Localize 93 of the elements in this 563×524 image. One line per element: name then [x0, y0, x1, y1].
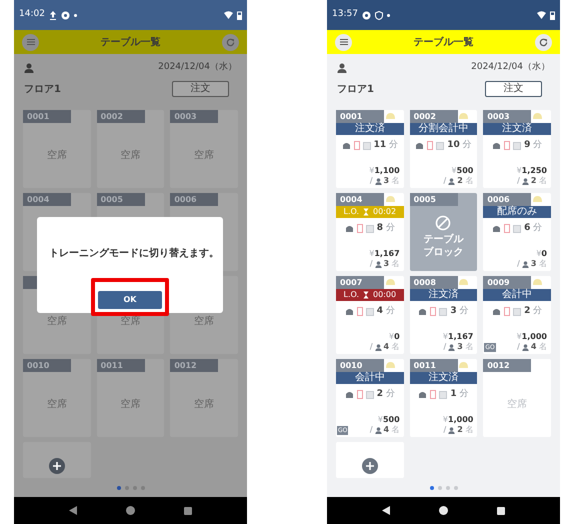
- table-number: 0007: [336, 276, 384, 289]
- price: ¥1,000: [516, 331, 548, 342]
- elapsed-minutes: 1 分: [450, 390, 469, 399]
- guest-count: 3 名: [457, 343, 474, 351]
- price: ¥0: [388, 331, 401, 342]
- guest-count: 2 名: [457, 426, 474, 434]
- slash: /: [517, 260, 520, 268]
- table-number: 0005: [96, 193, 145, 206]
- screen-title: テーブル一覧: [100, 36, 160, 50]
- table-number: 0009: [483, 276, 532, 289]
- slash: /: [370, 177, 373, 185]
- elapsed-minutes: 8 分: [376, 224, 395, 233]
- guest-count: 3 名: [384, 177, 400, 185]
- date: 2024/12/04（水）: [158, 61, 237, 74]
- price: ¥1,100: [369, 165, 401, 176]
- price: ¥500: [378, 414, 401, 425]
- price: ¥0: [536, 248, 548, 259]
- status-band: 注文済: [410, 372, 478, 384]
- table-status: 空席: [46, 314, 67, 329]
- guest-count: 2 名: [457, 177, 474, 185]
- elapsed-minutes: 2 分: [376, 390, 395, 399]
- dialog-message: トレーニングモードに切り替えます。: [48, 246, 219, 261]
- guest-count: 3 名: [530, 260, 547, 268]
- blocked-label: テーブル ブロック: [423, 232, 464, 258]
- clock: 13:57: [332, 8, 358, 22]
- status-band: 会計中: [336, 372, 404, 384]
- table-number: 0008: [410, 276, 458, 289]
- table-number: 0006: [483, 193, 532, 206]
- guest-count: 2 名: [530, 177, 547, 185]
- slash: /: [370, 260, 373, 268]
- last-order-label: L.O.: [344, 208, 360, 216]
- clock: 14:02: [19, 8, 45, 22]
- status-band: 配席のみ: [483, 206, 551, 218]
- elapsed-minutes: 9 分: [524, 141, 542, 150]
- table-number: 0010: [336, 359, 384, 372]
- table-number: 0003: [170, 110, 218, 123]
- table-number: 0005: [410, 193, 458, 206]
- table-status: 空席: [120, 315, 140, 329]
- table-status: 空席: [46, 148, 67, 163]
- table-number: 0010: [23, 359, 71, 372]
- table-status: 空席: [194, 314, 214, 329]
- table-number: 0011: [410, 359, 458, 372]
- table-number: 0002: [96, 110, 145, 123]
- table-status: 空席: [46, 398, 67, 412]
- floor-name: フロア1: [24, 82, 61, 96]
- table-number: 0001: [336, 110, 384, 123]
- elapsed-minutes: 10 分: [447, 141, 472, 150]
- table-number: 0004: [23, 193, 71, 206]
- slash: /: [444, 426, 446, 434]
- table-status: 空席: [120, 398, 140, 412]
- elapsed-minutes: 11 分: [374, 141, 398, 150]
- elapsed-minutes: 4 分: [376, 307, 395, 316]
- slash: /: [517, 343, 520, 351]
- table-number: 0006: [170, 193, 218, 206]
- screen-title: テーブル一覧: [414, 36, 474, 50]
- table-number: 0001: [23, 110, 71, 123]
- status-band: 注文済: [336, 123, 404, 135]
- price: ¥1,250: [516, 165, 548, 176]
- date: 2024/12/04（水）: [471, 61, 550, 74]
- guest-count: 3 名: [384, 260, 400, 268]
- price: ¥1,167: [369, 248, 401, 259]
- elapsed-minutes: 6 分: [524, 224, 542, 233]
- elapsed-minutes: 3 分: [450, 307, 469, 316]
- guest-count: 4 名: [530, 343, 547, 351]
- status-band: 注文済: [410, 289, 478, 301]
- timer: 00:00: [373, 291, 396, 299]
- slash: /: [370, 343, 373, 351]
- table-number: 0002: [410, 110, 458, 123]
- table-number: 0011: [96, 359, 145, 372]
- table-number: 0004: [336, 193, 384, 206]
- guest-count: 4 名: [384, 343, 400, 351]
- table-status: 空席: [194, 148, 214, 163]
- slash: /: [517, 177, 520, 185]
- elapsed-minutes: 2 分: [524, 307, 542, 316]
- timer: 00:02: [373, 208, 396, 216]
- price: ¥1,167: [442, 331, 474, 342]
- price: ¥500: [452, 165, 474, 176]
- status-band: 注文済: [483, 123, 551, 135]
- table-number: 0012: [483, 359, 532, 372]
- last-order-label: L.O.: [344, 291, 360, 299]
- slash: /: [444, 177, 446, 185]
- table-status: 空席: [120, 148, 140, 163]
- slash: /: [370, 426, 373, 434]
- guest-count: 4 名: [384, 426, 400, 434]
- floor-name: フロア1: [337, 82, 374, 96]
- status-band: 分割会計中: [410, 123, 478, 135]
- table-number: 0003: [483, 110, 532, 123]
- table-status: 空席: [194, 398, 214, 412]
- status-band: 会計中: [483, 289, 551, 301]
- table-status: 空席: [507, 398, 528, 412]
- price: ¥1,000: [442, 414, 474, 425]
- table-number: 0012: [170, 359, 218, 372]
- slash: /: [444, 343, 446, 351]
